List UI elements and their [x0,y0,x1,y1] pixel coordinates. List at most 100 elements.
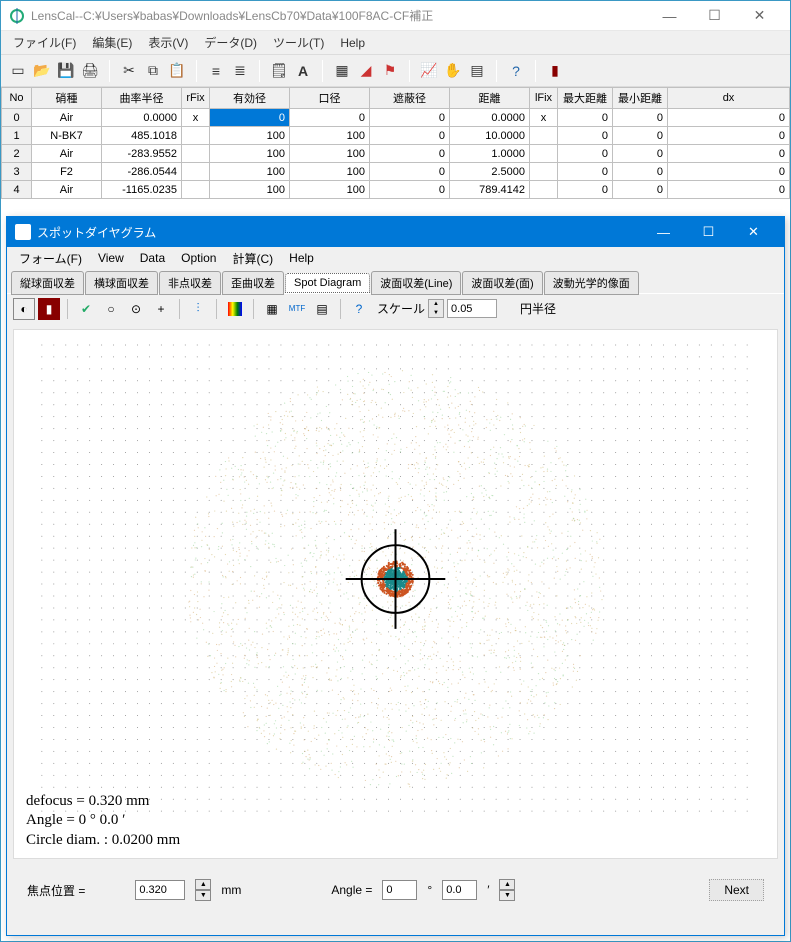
child-toolbar: ◐ ▮ ✔ ○ ⊙ + ⫶ ▦ MTF ▤ ? スケール ▲▼ 円半径 [7,293,784,323]
print-icon[interactable]: 🖨 [79,60,101,82]
spectrum-icon[interactable] [224,298,246,320]
tab-3[interactable]: 歪曲収差 [222,271,284,295]
lens-table-area: No 硝種 曲率半径 rFix 有効径 口径 遮蔽径 距離 lFix 最大距離 … [1,87,790,199]
table-row[interactable]: 0Air0.0000x0000.0000x000 [2,109,790,127]
table-row[interactable]: 3F2-286.054410010002.5000000 [2,163,790,181]
close-button[interactable]: ✕ [737,1,782,31]
child-menubar: フォーム(F) View Data Option 計算(C) Help [7,247,784,269]
child-maximize-button[interactable]: ☐ [686,217,731,247]
child-menu-data[interactable]: Data [132,248,173,268]
col-dx[interactable]: dx [668,88,790,109]
col-radius[interactable]: 曲率半径 [102,88,182,109]
child-menu-calc[interactable]: 計算(C) [224,247,281,270]
check-icon[interactable]: ✔ [75,298,97,320]
child-menu-option[interactable]: Option [173,248,224,268]
grid-icon[interactable]: ▦ [331,60,353,82]
save-icon[interactable]: 💾 [55,60,77,82]
col-dist[interactable]: 距離 [450,88,530,109]
main-window: LensCal--C:¥Users¥babas¥Downloads¥LensCb… [0,0,791,942]
child-menu-help[interactable]: Help [281,248,322,268]
grid2-icon[interactable]: ▦ [261,298,283,320]
col-lfix[interactable]: lFix [530,88,558,109]
calc2-icon[interactable]: ▤ [311,298,333,320]
minimize-button[interactable]: — [647,1,692,31]
col-effdia[interactable]: 有効径 [210,88,290,109]
child-tabs: 縦球面収差横球面収差非点収差歪曲収差Spot Diagram波面収差(Line)… [7,269,784,293]
angle-min-input[interactable] [442,880,477,900]
plus-icon[interactable]: + [150,298,172,320]
readout-defocus: defocus = 0.320 mm [26,792,180,812]
tab-2[interactable]: 非点収差 [159,271,221,295]
focus-label: 焦点位置 = [27,882,85,899]
menu-file[interactable]: ファイル(F) [5,30,84,55]
chart-icon[interactable]: 📈 [418,60,440,82]
main-titlebar: LensCal--C:¥Users¥babas¥Downloads¥LensCb… [1,1,790,31]
lens-table[interactable]: No 硝種 曲率半径 rFix 有効径 口径 遮蔽径 距離 lFix 最大距離 … [1,87,790,199]
cut-icon[interactable]: ✂ [118,60,140,82]
focus-spinner[interactable]: ▲▼ [195,879,211,901]
table-row[interactable]: 2Air-283.955210010001.0000000 [2,145,790,163]
table-header-row: No 硝種 曲率半径 rFix 有効径 口径 遮蔽径 距離 lFix 最大距離 … [2,88,790,109]
help2-icon[interactable]: ? [348,298,370,320]
menu-data[interactable]: データ(D) [196,30,265,55]
tool-icon[interactable]: ▤ [466,60,488,82]
menu-edit[interactable]: 編集(E) [84,30,140,55]
child-minimize-button[interactable]: — [641,217,686,247]
deg-symbol: ° [427,883,432,897]
open-icon[interactable]: 📂 [31,60,53,82]
list2-icon[interactable]: ≣ [229,60,251,82]
table-row[interactable]: 4Air-1165.02351001000789.4142000 [2,181,790,199]
focus-input[interactable] [135,880,185,900]
tab-6[interactable]: 波面収差(面) [462,271,542,295]
readout-circle: Circle diam. : 0.0200 mm [26,831,180,851]
menu-tool[interactable]: ツール(T) [265,30,332,55]
tab-0[interactable]: 縦球面収差 [11,271,84,295]
spot-diagram-window: スポットダイヤグラム — ☐ ✕ フォーム(F) View Data Optio… [6,216,785,936]
tab-1[interactable]: 横球面収差 [85,271,158,295]
angle-deg-input[interactable] [382,880,417,900]
circle-icon[interactable]: ○ [100,298,122,320]
child-titlebar: スポットダイヤグラム — ☐ ✕ [7,217,784,247]
col-obst[interactable]: 遮蔽径 [370,88,450,109]
scale-label: スケール [377,300,425,317]
maximize-button[interactable]: ☐ [692,1,737,31]
tool-b-icon[interactable]: ▮ [38,298,60,320]
tab-7[interactable]: 波動光学的像面 [544,271,639,295]
col-maxd[interactable]: 最大距離 [558,88,613,109]
readout-angle: Angle = 0 ° 0.0 ′ [26,811,180,831]
bottom-controls: 焦点位置 = ▲▼ mm Angle = ° ′ ▲▼ Next [7,865,784,915]
child-menu-view[interactable]: View [90,248,132,268]
list1-icon[interactable]: ≡ [205,60,227,82]
child-window-controls: — ☐ ✕ [641,217,776,247]
col-no[interactable]: No [2,88,32,109]
mtf-icon[interactable]: MTF [286,298,308,320]
angle-spinner[interactable]: ▲▼ [499,879,515,901]
copy-icon[interactable]: ⧉ [142,60,164,82]
tool-a-icon[interactable]: ◐ [13,298,35,320]
target-icon[interactable]: ⊙ [125,298,147,320]
wave-icon[interactable]: ⫶ [187,298,209,320]
paste-icon[interactable]: 📋 [166,60,188,82]
table-row[interactable]: 1N-BK7485.1018100100010.0000000 [2,127,790,145]
scale-spinner[interactable]: ▲▼ [428,299,444,318]
col-rfix[interactable]: rFix [182,88,210,109]
tab-5[interactable]: 波面収差(Line) [371,271,461,295]
hand-icon[interactable]: ✋ [442,60,464,82]
tab-4[interactable]: Spot Diagram [285,273,370,293]
scale-input[interactable] [447,299,497,318]
new-icon[interactable]: ▭ [7,60,29,82]
flag-icon[interactable]: ⚑ [379,60,401,82]
col-glass[interactable]: 硝種 [32,88,102,109]
prism-icon[interactable]: ◢ [355,60,377,82]
help-icon[interactable]: ? [505,60,527,82]
child-close-button[interactable]: ✕ [731,217,776,247]
child-menu-form[interactable]: フォーム(F) [11,247,90,270]
menu-help[interactable]: Help [332,32,373,54]
menu-view[interactable]: 表示(V) [140,30,196,55]
col-aperture[interactable]: 口径 [290,88,370,109]
col-mind[interactable]: 最小距離 [613,88,668,109]
note-icon[interactable]: 🗒 [268,60,290,82]
next-button[interactable]: Next [709,879,764,901]
calc-icon[interactable]: ▮ [544,60,566,82]
font-icon[interactable]: A [292,60,314,82]
